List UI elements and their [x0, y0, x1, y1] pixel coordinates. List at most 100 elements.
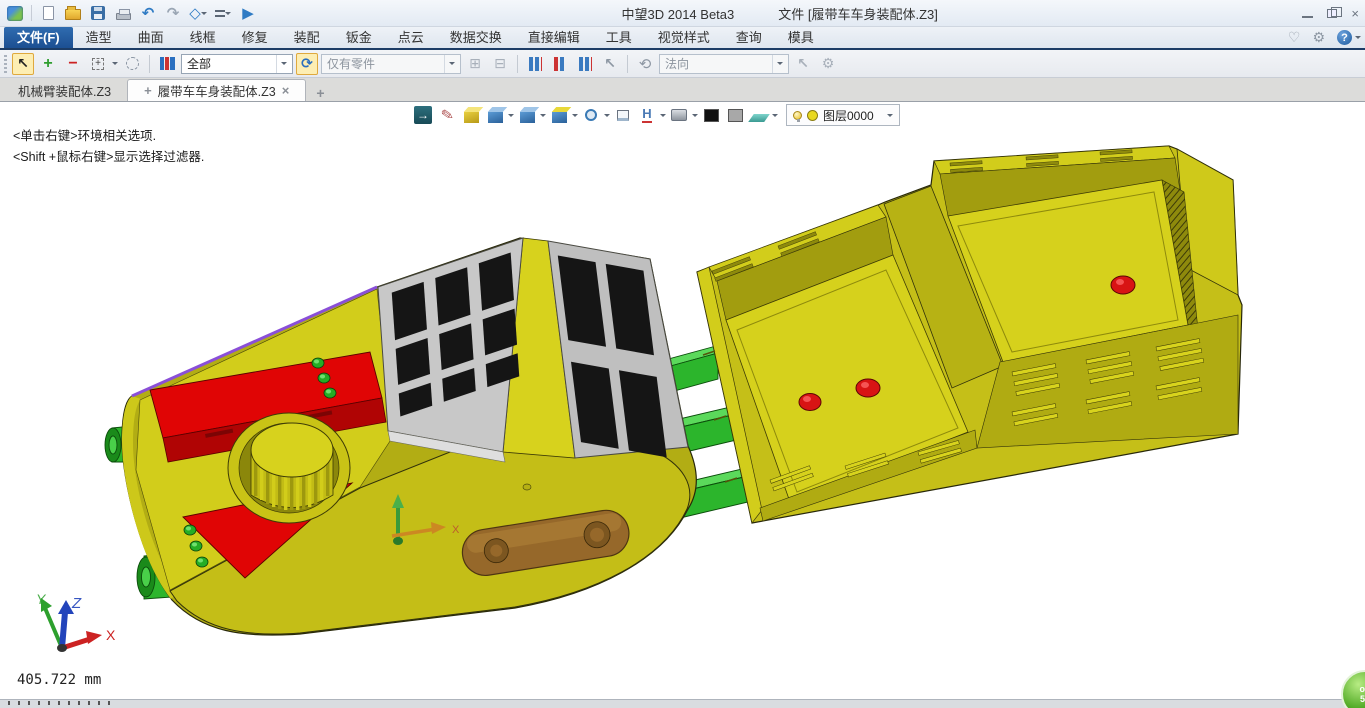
select-tool-button[interactable]: ↖ [12, 53, 34, 75]
unfold-view-button[interactable] [460, 104, 482, 126]
list-filter-c-button[interactable] [574, 53, 596, 75]
zoom-window-icon [617, 110, 629, 121]
orientation-combo[interactable]: 法向 [659, 54, 789, 74]
pick-scope-combo[interactable]: 仅有零件 [321, 54, 461, 74]
background-gray-button[interactable] [724, 104, 746, 126]
settings-gear-icon[interactable]: ⚙ [1312, 29, 1325, 46]
help-button[interactable]: ? [1337, 30, 1361, 45]
chevron-down-icon[interactable] [772, 114, 778, 120]
tab-sheetmetal[interactable]: 钣金 [333, 27, 385, 48]
unlink-button[interactable]: ⊟ [489, 53, 511, 75]
box-select-button[interactable]: + [87, 53, 109, 75]
tracked-unit-window-panels[interactable] [378, 238, 688, 462]
chevron-down-icon[interactable] [660, 114, 666, 120]
toolbar-options-button[interactable] [214, 3, 232, 23]
save-button[interactable] [89, 3, 107, 23]
close-button[interactable]: × [1351, 6, 1359, 21]
pick-mode-button[interactable]: ⟳ [296, 53, 318, 75]
orientation-value: 法向 [665, 55, 689, 72]
tab-tools[interactable]: 工具 [593, 27, 645, 48]
tab-shape[interactable]: 造型 [73, 27, 125, 48]
entity-filter-combo[interactable]: 全部 [181, 54, 293, 74]
inspect-button[interactable]: ⚙ [817, 53, 839, 75]
model-canvas[interactable]: X Y Z X [0, 102, 1365, 699]
regen-button[interactable]: ◇ [189, 3, 207, 23]
display-mode-button[interactable] [668, 104, 690, 126]
tab-visual-style[interactable]: 视觉样式 [645, 27, 723, 48]
model-tracked-unit[interactable]: X [105, 238, 696, 635]
scale-readout: 405.722 mm [17, 672, 101, 688]
tab-close-icon[interactable]: × [282, 83, 290, 98]
undo-button[interactable]: ↶ [139, 3, 157, 23]
tab-data-exchange[interactable]: 数据交换 [437, 27, 515, 48]
view-manager-button[interactable] [516, 104, 538, 126]
chevron-down-icon[interactable] [572, 114, 578, 120]
reorient-button[interactable]: ⟲ [634, 53, 656, 75]
align-view-button[interactable]: H [636, 104, 658, 126]
filter-button[interactable] [156, 53, 178, 75]
display-monitor-icon [671, 109, 687, 121]
shaded-cube-icon [488, 112, 503, 123]
restore-button[interactable] [1327, 9, 1337, 18]
combo-dropdown[interactable] [444, 55, 455, 73]
new-tab-button[interactable]: + [306, 85, 334, 101]
shade-mode-button[interactable] [484, 104, 506, 126]
favorite-icon[interactable]: ♡ [1288, 29, 1301, 46]
tab-inquire[interactable]: 查询 [723, 27, 775, 48]
print-button[interactable] [114, 3, 132, 23]
tab-file[interactable]: 文件(F) [4, 27, 73, 48]
list-filter-a-button[interactable] [524, 53, 546, 75]
minus-icon: − [68, 55, 77, 73]
isometric-view-button[interactable] [548, 104, 570, 126]
remove-selection-button[interactable]: − [62, 53, 84, 75]
tab-wireframe[interactable]: 线框 [177, 27, 229, 48]
link-manager-button[interactable]: ⊞ [464, 53, 486, 75]
chevron-down-icon [225, 12, 231, 18]
tab-surface[interactable]: 曲面 [125, 27, 177, 48]
chevron-down-icon[interactable] [692, 114, 698, 120]
chevron-down-icon[interactable] [540, 114, 546, 120]
zoom-window-button[interactable] [612, 104, 634, 126]
chevron-down-icon[interactable] [112, 62, 118, 68]
open-file-button[interactable] [64, 3, 82, 23]
layer-selector[interactable]: 图层0000 [786, 104, 900, 126]
tracked-unit-gear-cylinder[interactable] [228, 413, 350, 523]
tab-mold[interactable]: 模具 [775, 27, 827, 48]
ground-plane-button[interactable] [748, 104, 770, 126]
background-black-button[interactable] [700, 104, 722, 126]
tab-assembly[interactable]: 装配 [281, 27, 333, 48]
layer-visibility-bulb-icon[interactable] [793, 111, 802, 120]
minimize-button[interactable] [1302, 16, 1313, 18]
tab-pointcloud[interactable]: 点云 [385, 27, 437, 48]
app-logo-icon[interactable] [6, 3, 24, 23]
layer-color-swatch[interactable] [807, 110, 818, 121]
chevron-down-icon[interactable] [604, 114, 610, 120]
new-file-button[interactable] [39, 3, 57, 23]
combo-dropdown[interactable] [276, 55, 287, 73]
redo-button[interactable]: ↷ [164, 3, 182, 23]
doc-tab-tracked-vehicle[interactable]: + 履带车车身装配体.Z3 × [127, 79, 306, 101]
erase-button[interactable]: ✎ [436, 104, 458, 126]
drag-handle[interactable] [4, 55, 7, 73]
doc-tab-robot-arm[interactable]: 机械臂装配体.Z3 [2, 79, 127, 101]
diamond-icon: ◇ [189, 6, 201, 21]
pick-last-button[interactable]: ↖ [599, 53, 621, 75]
document-title: 文件 [履带车车身装配体.Z3] [778, 4, 938, 23]
run-button[interactable]: ▶ [239, 3, 257, 23]
zoom-button[interactable] [580, 104, 602, 126]
lasso-select-button[interactable] [121, 53, 143, 75]
select-cursor-icon: ↖ [17, 55, 29, 72]
chevron-down-icon[interactable] [508, 114, 514, 120]
chevron-down-icon[interactable] [887, 114, 893, 120]
list-filter-b-button[interactable] [549, 53, 571, 75]
tab-direct-edit[interactable]: 直接编辑 [515, 27, 593, 48]
add-selection-button[interactable]: + [37, 53, 59, 75]
model-trailer-body[interactable] [697, 146, 1242, 523]
combo-dropdown[interactable] [772, 55, 783, 73]
zw3d-logo-icon [7, 6, 23, 21]
pick-target-button[interactable]: ↖ [792, 53, 814, 75]
redo-icon: ↷ [167, 6, 180, 21]
3d-viewport[interactable]: X Y Z X → ✎ H [0, 102, 1365, 699]
tab-repair[interactable]: 修复 [229, 27, 281, 48]
exit-button[interactable]: → [412, 104, 434, 126]
